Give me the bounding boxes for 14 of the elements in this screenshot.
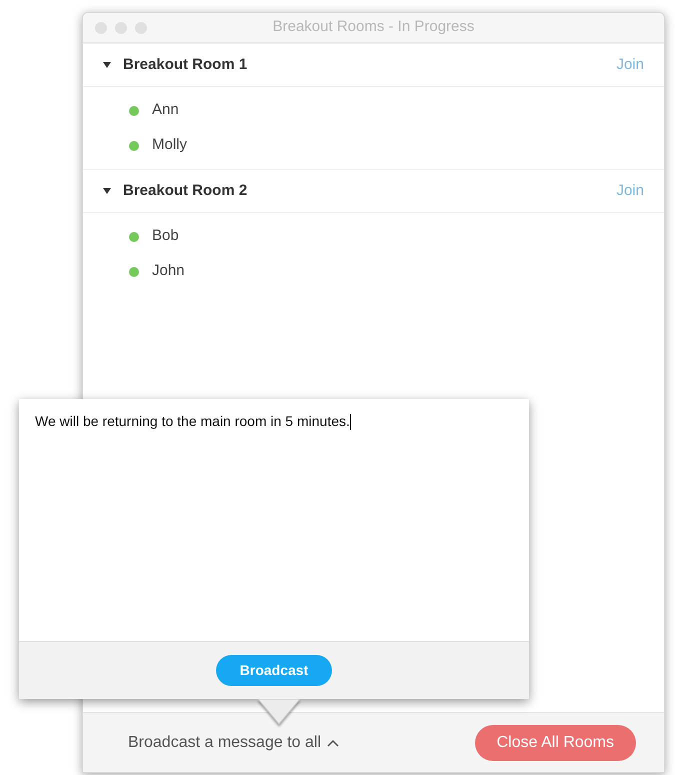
participant-name: Bob (152, 226, 179, 246)
window-title: Breakout Rooms - In Progress (272, 17, 476, 38)
chevron-up-icon (327, 738, 339, 746)
participant-name: Molly (152, 135, 188, 156)
room-name: Breakout Room 2 (123, 180, 248, 201)
participant-name: Ann (152, 100, 179, 120)
message-field[interactable]: We will be returning to the main room in 5 minutes. (19, 399, 529, 641)
caret-icon (103, 188, 111, 194)
room-name: Breakout Room 1 (123, 54, 248, 75)
caret-icon (103, 62, 111, 68)
participant-name: John (152, 261, 185, 282)
room-header[interactable]: Breakout Room 1 Join (83, 43, 664, 87)
room-header[interactable]: Breakout Room 2 Join (83, 169, 664, 213)
broadcast-toggle[interactable]: Broadcast a message to all (128, 730, 339, 754)
